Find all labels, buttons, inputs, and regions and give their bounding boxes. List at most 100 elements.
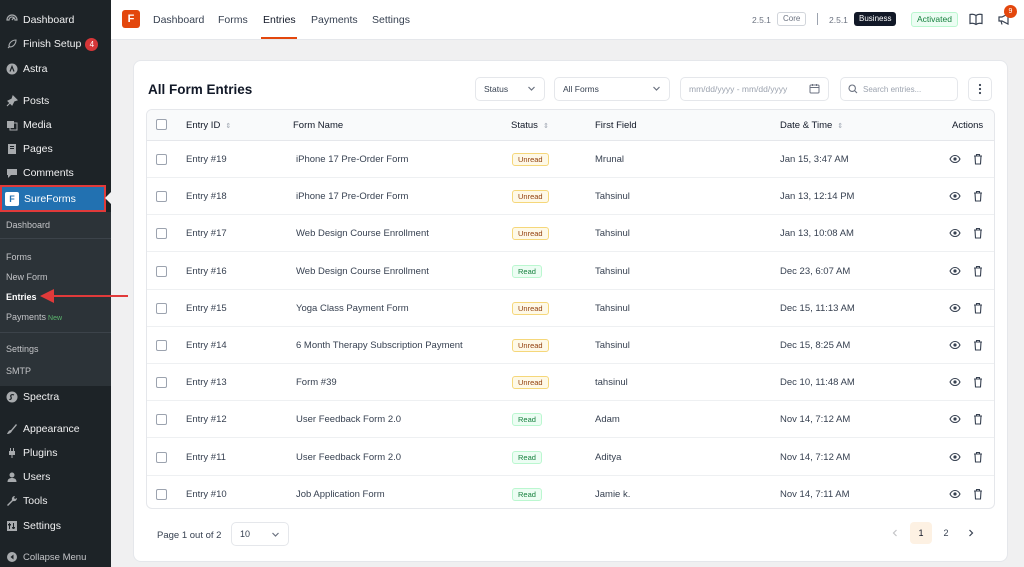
view-eye-icon[interactable]: [949, 488, 961, 500]
delete-trash-icon[interactable]: [972, 265, 984, 277]
row-checkbox[interactable]: [156, 302, 167, 314]
column-status[interactable]: Status ⇕: [511, 120, 549, 131]
tab-forms[interactable]: Forms: [218, 14, 248, 26]
calendar-icon: [809, 83, 820, 96]
sidebar-item-plugins[interactable]: Plugins: [0, 442, 111, 464]
table-row[interactable]: Entry #13 Form #39 Unread tahsinul Dec 10, 1…: [147, 364, 994, 402]
per-page-select[interactable]: 10: [231, 522, 289, 546]
page-button-2[interactable]: 2: [935, 522, 957, 544]
status-badge: Unread: [512, 190, 549, 204]
row-checkbox[interactable]: [156, 451, 167, 463]
sureforms-logo[interactable]: F: [122, 10, 140, 28]
view-eye-icon[interactable]: [949, 376, 961, 388]
row-checkbox[interactable]: [156, 154, 167, 165]
view-eye-icon[interactable]: [949, 451, 961, 463]
view-eye-icon[interactable]: [949, 302, 961, 314]
delete-trash-icon[interactable]: [972, 153, 984, 165]
row-checkbox[interactable]: [156, 488, 167, 500]
first-field-cell: Mrunal: [595, 154, 625, 165]
view-eye-icon[interactable]: [949, 339, 961, 351]
submenu-dashboard[interactable]: Dashboard: [6, 220, 50, 230]
date-range-input[interactable]: mm/dd/yyyy - mm/dd/yyyy: [680, 77, 829, 101]
new-tag: New: [48, 315, 63, 322]
sidebar-item-label: Pages: [23, 143, 53, 155]
delete-trash-icon[interactable]: [972, 413, 984, 425]
more-options-button[interactable]: [968, 77, 992, 101]
sidebar-collapse-menu[interactable]: Collapse Menu: [0, 546, 111, 567]
delete-trash-icon[interactable]: [972, 451, 984, 463]
sidebar-item-pages[interactable]: Pages: [0, 138, 111, 160]
table-row[interactable]: Entry #10 Job Application Form Read Jamie k…: [147, 476, 994, 508]
sidebar-item-spectra[interactable]: Spectra: [0, 386, 111, 408]
delete-trash-icon[interactable]: [972, 227, 984, 239]
page-title: All Form Entries: [148, 82, 253, 97]
search-input[interactable]: Search entries...: [840, 77, 958, 101]
view-eye-icon[interactable]: [949, 265, 961, 277]
form-filter-select[interactable]: All Forms: [554, 77, 670, 101]
submenu-forms[interactable]: Forms: [6, 252, 32, 262]
entry-id-cell[interactable]: Entry #16: [186, 266, 227, 277]
sidebar-item-sureforms[interactable]: F SureForms: [0, 185, 106, 212]
tab-entries[interactable]: Entries: [263, 14, 296, 26]
row-checkbox[interactable]: [156, 340, 167, 351]
delete-trash-icon[interactable]: [972, 488, 984, 500]
sidebar-item-users[interactable]: Users: [0, 466, 111, 488]
row-checkbox[interactable]: [156, 228, 167, 240]
row-checkbox[interactable]: [156, 265, 167, 277]
view-eye-icon[interactable]: [949, 190, 961, 202]
sidebar-item-posts[interactable]: Posts: [0, 90, 111, 112]
tab-settings[interactable]: Settings: [372, 14, 410, 26]
submenu-entries[interactable]: Entries: [6, 292, 37, 302]
entry-id-cell[interactable]: Entry #11: [186, 452, 226, 463]
table-row[interactable]: Entry #16 Web Design Course Enrollment Rea…: [147, 253, 994, 290]
table-row[interactable]: Entry #12 User Feedback Form 2.0 Read Adam N…: [147, 401, 994, 439]
row-checkbox[interactable]: [156, 414, 167, 426]
row-checkbox[interactable]: [156, 377, 167, 389]
table-row[interactable]: Entry #14 6 Month Therapy Subscription Pa…: [147, 327, 994, 364]
sidebar-item-appearance[interactable]: Appearance: [0, 418, 111, 440]
sidebar-item-finish-setup[interactable]: Finish Setup 4: [0, 33, 111, 55]
view-eye-icon[interactable]: [949, 227, 961, 239]
submenu-smtp[interactable]: SMTP: [6, 366, 31, 376]
sidebar-item-settings[interactable]: Settings: [0, 515, 111, 537]
entry-id-cell[interactable]: Entry #13: [186, 377, 227, 388]
table-row[interactable]: Entry #15 Yoga Class Payment Form Unread Ta…: [147, 290, 994, 327]
tab-payments[interactable]: Payments: [311, 14, 358, 26]
entry-id-cell[interactable]: Entry #15: [186, 303, 227, 314]
entry-id-cell[interactable]: Entry #12: [186, 414, 227, 425]
entry-id-cell[interactable]: Entry #18: [186, 191, 227, 202]
sidebar-item-media[interactable]: Media: [0, 114, 111, 136]
prev-page-button[interactable]: [884, 522, 906, 544]
table-row[interactable]: Entry #11 User Feedback Form 2.0 Read Adity…: [147, 439, 994, 476]
entry-id-cell[interactable]: Entry #14: [186, 340, 227, 351]
status-filter-select[interactable]: Status: [475, 77, 545, 101]
column-entry-id[interactable]: Entry ID ⇕: [186, 120, 231, 131]
submenu-settings[interactable]: Settings: [6, 344, 39, 354]
delete-trash-icon[interactable]: [972, 376, 984, 388]
column-date-time[interactable]: Date & Time ⇕: [780, 120, 843, 131]
sidebar-item-astra[interactable]: Astra: [0, 58, 111, 80]
next-page-button[interactable]: [960, 522, 982, 544]
row-checkbox[interactable]: [156, 191, 167, 203]
entry-id-cell[interactable]: Entry #17: [186, 228, 227, 239]
select-all-checkbox[interactable]: [156, 119, 167, 130]
entry-id-cell[interactable]: Entry #10: [186, 489, 227, 500]
tab-dashboard[interactable]: Dashboard: [153, 14, 204, 26]
sureforms-submenu: Dashboard Forms New Form Entries Payment…: [0, 212, 111, 386]
delete-trash-icon[interactable]: [972, 302, 984, 314]
sidebar-item-comments[interactable]: Comments: [0, 162, 111, 184]
table-row[interactable]: Entry #19 iPhone 17 Pre-Order Form Unread M…: [147, 141, 994, 178]
submenu-new-form[interactable]: New Form: [6, 272, 48, 282]
entry-id-cell[interactable]: Entry #19: [186, 154, 227, 165]
sidebar-item-dashboard[interactable]: Dashboard: [0, 9, 111, 31]
table-row[interactable]: Entry #18 iPhone 17 Pre-Order Form Unread T…: [147, 178, 994, 216]
page-button-1[interactable]: 1: [910, 522, 932, 544]
sidebar-item-tools[interactable]: Tools: [0, 490, 111, 512]
view-eye-icon[interactable]: [949, 413, 961, 425]
delete-trash-icon[interactable]: [972, 190, 984, 202]
delete-trash-icon[interactable]: [972, 339, 984, 351]
submenu-payments[interactable]: Payments New: [6, 312, 62, 322]
table-row[interactable]: Entry #17 Web Design Course Enrollment Unr…: [147, 215, 994, 253]
book-icon[interactable]: [969, 12, 983, 26]
view-eye-icon[interactable]: [949, 153, 961, 165]
